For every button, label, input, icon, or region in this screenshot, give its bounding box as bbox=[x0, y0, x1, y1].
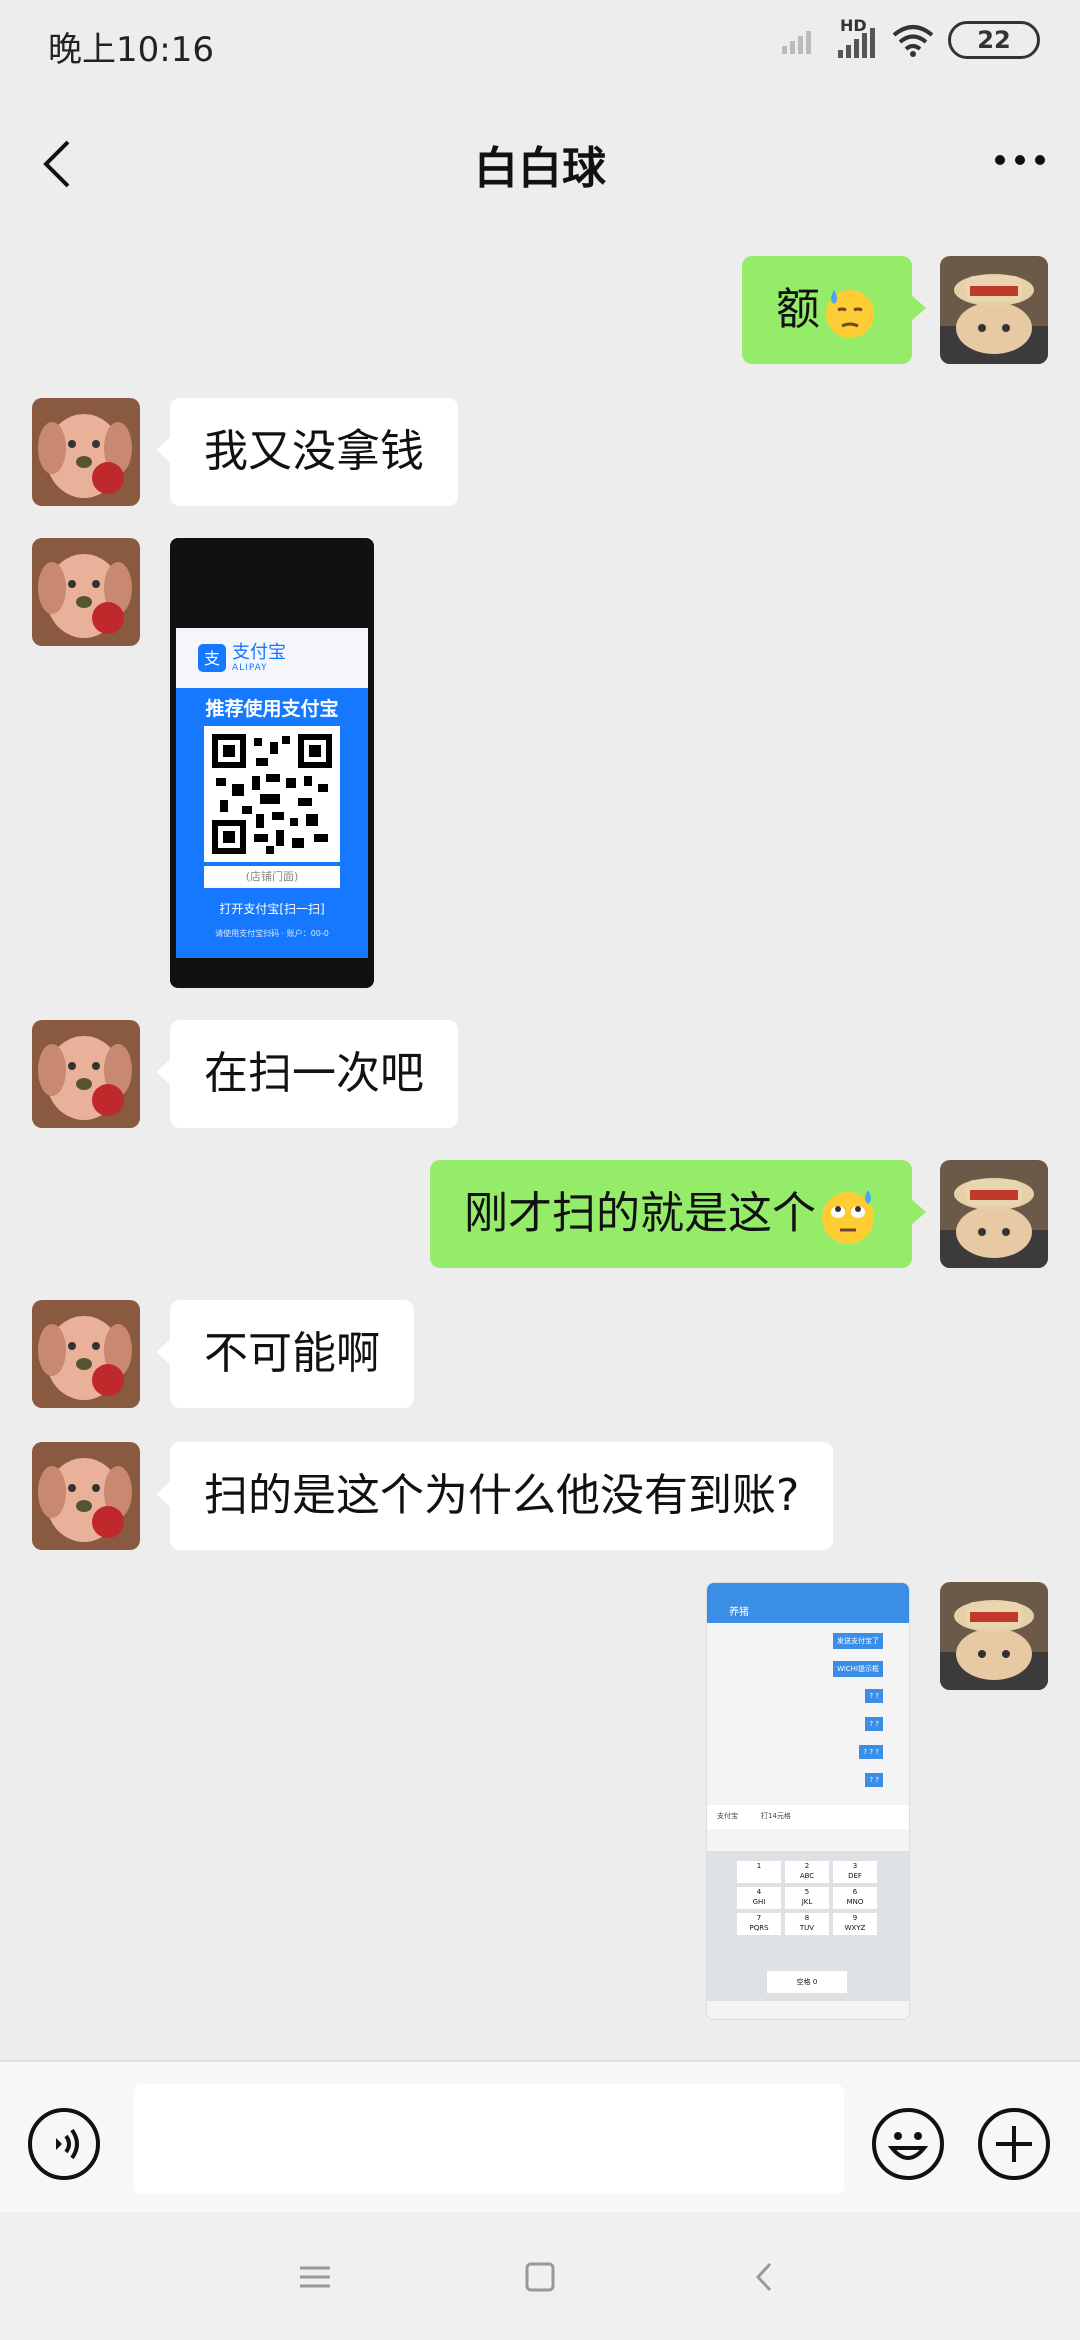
rolling-eyes-sweat-face-icon bbox=[822, 1190, 874, 1244]
downcast-sweat-face-icon bbox=[826, 290, 874, 338]
key: 1 bbox=[737, 1861, 781, 1883]
wifi-icon bbox=[892, 25, 934, 57]
input-bar bbox=[0, 2060, 1080, 2212]
screenshot-chat-list: 发送支付宝了 WiCHI提示框 ? ? ? ? ? ? ? ? ? bbox=[707, 1629, 909, 1789]
message-text: 刚才扫的就是这个 bbox=[464, 1188, 816, 1239]
key: 4 GHI bbox=[737, 1887, 781, 1909]
screenshot-toolbar-item: 支付宝 bbox=[717, 1812, 738, 1820]
message-bubble[interactable]: 不可能啊 bbox=[156, 1300, 414, 1408]
my-avatar[interactable] bbox=[940, 256, 1048, 364]
alipay-logo-icon: 支 bbox=[198, 644, 226, 672]
message-text: 额 bbox=[776, 284, 820, 335]
chat-title: 白白球 bbox=[474, 143, 606, 194]
alipay-brand: 支付宝 bbox=[232, 642, 286, 663]
key: 6 MNO bbox=[833, 1887, 877, 1909]
alipay-card: 支 支付宝 ALIPAY 推荐使用支付宝 (店铺门面) 打开支付宝[扫一扫] 请… bbox=[176, 628, 368, 958]
menu-icon[interactable] bbox=[290, 2252, 340, 2302]
system-navigation-bar bbox=[0, 2212, 1080, 2340]
voice-icon[interactable] bbox=[26, 2106, 102, 2182]
message-text: 不可能啊 bbox=[204, 1328, 380, 1379]
plus-icon[interactable] bbox=[976, 2106, 1052, 2182]
screenshot-header: 养猪 bbox=[707, 1583, 909, 1623]
contact-avatar[interactable] bbox=[32, 398, 140, 506]
contact-avatar[interactable] bbox=[32, 1020, 140, 1128]
key: 5 JKL bbox=[785, 1887, 829, 1909]
key: 3 DEF bbox=[833, 1861, 877, 1883]
key: 8 TUV bbox=[785, 1913, 829, 1935]
alipay-store-label: (店铺门面) bbox=[204, 866, 340, 888]
signal-hd-icon: HD bbox=[834, 16, 878, 60]
home-icon[interactable] bbox=[515, 2252, 565, 2302]
my-avatar[interactable] bbox=[940, 1582, 1048, 1690]
contact-avatar[interactable] bbox=[32, 1442, 140, 1550]
alipay-caption: 打开支付宝[扫一扫] bbox=[219, 902, 325, 916]
qr-code bbox=[204, 726, 340, 862]
image-message-alipay-qr[interactable]: 支 支付宝 ALIPAY 推荐使用支付宝 (店铺门面) 打开支付宝[扫一扫] 请… bbox=[170, 538, 374, 988]
key: 2 ABC bbox=[785, 1861, 829, 1883]
message-text: 我又没拿钱 bbox=[204, 426, 424, 477]
message-input[interactable] bbox=[134, 2084, 844, 2194]
screenshot-line: 发送支付宝了 bbox=[833, 1633, 883, 1649]
message-bubble[interactable]: 我又没拿钱 bbox=[156, 398, 458, 506]
alipay-footnote: 请使用支付宝扫码 · 账户：00-0 bbox=[215, 929, 329, 938]
screenshot-line: ? ? ? bbox=[859, 1745, 883, 1759]
message-bubble[interactable]: 扫的是这个为什么他没有到账? bbox=[155, 1442, 834, 1550]
status-bar: 晚上10:16 HD 22 bbox=[0, 0, 1080, 90]
image-message-screenshot[interactable]: 养猪 发送支付宝了 WiCHI提示框 ? ? ? ? ? ? ? ? ? 支付宝… bbox=[706, 1582, 910, 2020]
message-bubble[interactable]: 额 bbox=[742, 256, 926, 364]
screenshot-line: ? ? bbox=[865, 1717, 883, 1731]
alipay-banner: 推荐使用支付宝 bbox=[205, 698, 339, 720]
key: 9 WXYZ bbox=[833, 1913, 877, 1935]
screenshot-line: ? ? bbox=[865, 1773, 883, 1787]
screenshot-toolbar: 支付宝 打14元格 bbox=[707, 1805, 909, 1829]
battery-indicator: 22 bbox=[948, 21, 1040, 59]
message-text: 扫的是这个为什么他没有到账? bbox=[204, 1470, 800, 1521]
alipay-brand-en: ALIPAY bbox=[232, 663, 268, 673]
emoji-icon[interactable] bbox=[870, 2106, 946, 2182]
screenshot-title: 养猪 bbox=[729, 1607, 749, 1618]
screenshot-keyboard: 1 2 ABC 3 DEF 4 GHI 5 JKL 6 MNO 7 PQRS 8… bbox=[707, 1851, 909, 2001]
message-text: 在扫一次吧 bbox=[204, 1048, 424, 1099]
svg-text:支: 支 bbox=[204, 649, 220, 668]
key-space: 空格 0 bbox=[767, 1971, 847, 1993]
more-options-icon[interactable] bbox=[990, 140, 1050, 180]
status-time: 晚上10:16 bbox=[48, 30, 214, 70]
contact-avatar[interactable] bbox=[32, 1300, 140, 1408]
screenshot-line: WiCHI提示框 bbox=[833, 1661, 883, 1677]
alipay-header: 支 支付宝 ALIPAY bbox=[176, 628, 368, 688]
screenshot-toolbar-item: 打14元格 bbox=[761, 1812, 791, 1820]
message-bubble[interactable]: 在扫一次吧 bbox=[156, 1020, 458, 1128]
chat-header: 白白球 bbox=[0, 110, 1080, 210]
message-bubble[interactable]: 刚才扫的就是这个 bbox=[430, 1160, 926, 1268]
key: 7 PQRS bbox=[737, 1913, 781, 1935]
signal-icon bbox=[782, 31, 811, 54]
status-icons: HD 22 bbox=[780, 16, 1040, 60]
screenshot-line: ? ? bbox=[865, 1689, 883, 1703]
contact-avatar[interactable] bbox=[32, 538, 140, 646]
back-nav-icon[interactable] bbox=[740, 2252, 790, 2302]
network-label: HD bbox=[840, 16, 867, 35]
my-avatar[interactable] bbox=[940, 1160, 1048, 1268]
